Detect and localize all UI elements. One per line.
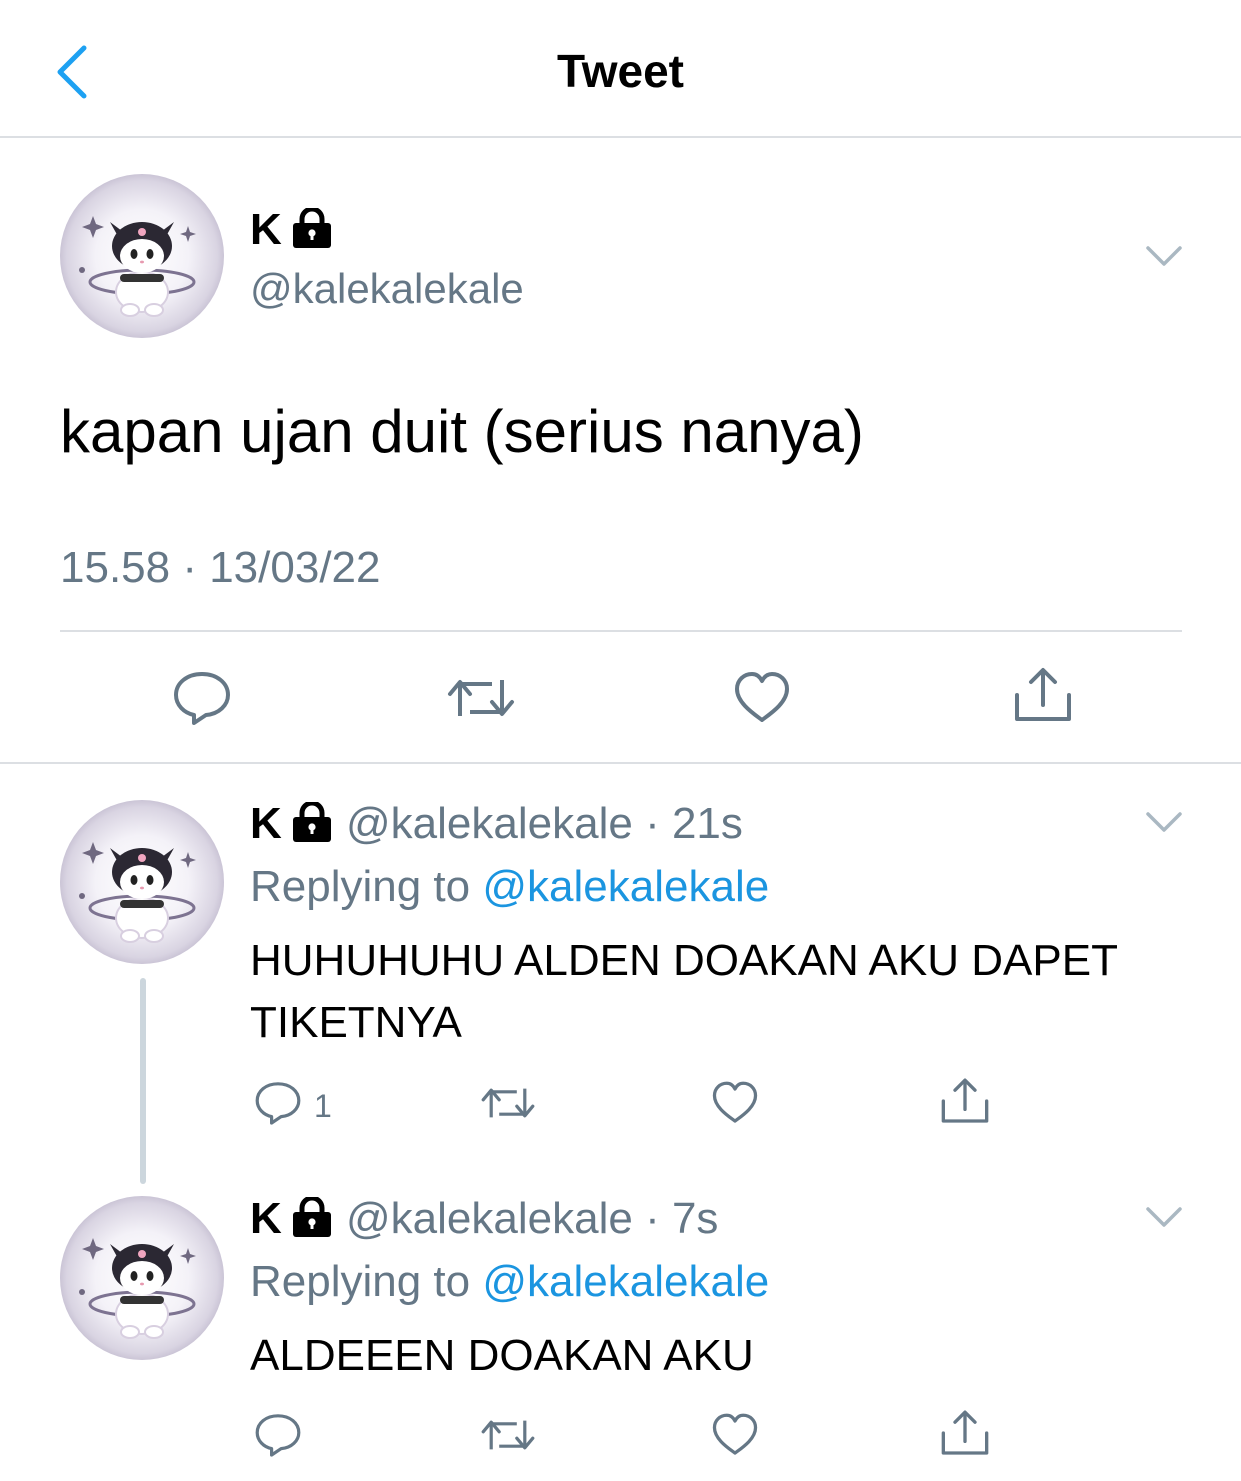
- author-name-text: K: [250, 205, 282, 254]
- avatar[interactable]: [60, 800, 224, 964]
- lock-icon: [290, 802, 334, 842]
- replying-label: Replying to: [250, 862, 471, 911]
- replying-to: Replying to @kalekalekale: [250, 862, 769, 912]
- replying-label: Replying to: [250, 1257, 471, 1306]
- lock-icon: [290, 208, 334, 248]
- retweet-button[interactable]: [480, 1080, 536, 1126]
- reply-button[interactable]: [254, 1080, 302, 1126]
- author-name[interactable]: K: [250, 799, 282, 848]
- reply-time: · 21s: [645, 799, 743, 848]
- reply-text: HUHUHUHU ALDEN DOAKAN AKU DAPET TIKETNYA: [250, 936, 1118, 1047]
- mention-link[interactable]: @kalekalekale: [482, 862, 769, 911]
- avatar[interactable]: [60, 1196, 224, 1360]
- replying-to: Replying to @kalekalekale: [250, 1257, 769, 1307]
- avatar[interactable]: [60, 174, 224, 338]
- author-name[interactable]: K: [250, 1194, 282, 1243]
- reply-header: K @kalekalekale · 21s: [250, 802, 743, 846]
- share-icon: [1013, 665, 1073, 725]
- share-icon: [940, 1076, 990, 1126]
- tweet-menu-chevron-icon[interactable]: [1144, 1205, 1184, 1235]
- kuromi-avatar-image: [60, 800, 224, 964]
- reply-header: K @kalekalekale · 7s: [250, 1197, 718, 1241]
- author-handle[interactable]: @kalekalekale: [346, 799, 633, 848]
- author-handle[interactable]: @kalekalekale: [250, 265, 524, 313]
- heart-icon: [710, 1412, 760, 1458]
- mention-link[interactable]: @kalekalekale: [482, 1257, 769, 1306]
- share-button[interactable]: [1013, 665, 1073, 725]
- retweet-icon: [446, 670, 516, 726]
- retweet-icon: [480, 1080, 536, 1126]
- reply-button[interactable]: [172, 670, 232, 726]
- chevron-down-icon: [1144, 810, 1184, 834]
- reply-text: ALDEEEN DOAKAN AKU: [250, 1331, 754, 1380]
- retweet-button[interactable]: [446, 670, 516, 726]
- kuromi-avatar-image: [60, 174, 224, 338]
- tweet-menu-chevron-icon[interactable]: [1144, 244, 1184, 274]
- divider: [0, 762, 1241, 764]
- reply-button[interactable]: [254, 1412, 302, 1458]
- share-icon: [940, 1408, 990, 1458]
- reply-icon: [254, 1412, 302, 1458]
- reply-icon: [254, 1080, 302, 1126]
- chevron-down-icon: [1144, 244, 1184, 268]
- reply-time: · 7s: [645, 1194, 719, 1243]
- heart-icon: [732, 670, 792, 726]
- chevron-down-icon: [1144, 1205, 1184, 1229]
- kuromi-avatar-image: [60, 1196, 224, 1360]
- like-button[interactable]: [732, 670, 792, 726]
- lock-icon: [290, 1197, 334, 1237]
- page-title: Tweet: [557, 45, 684, 97]
- heart-icon: [710, 1080, 760, 1126]
- tweet-timestamp[interactable]: 15.58 · 13/03/22: [60, 543, 380, 593]
- like-button[interactable]: [710, 1080, 760, 1126]
- tweet-menu-chevron-icon[interactable]: [1144, 810, 1184, 840]
- reply-count: 1: [314, 1088, 332, 1124]
- divider: [60, 630, 1182, 632]
- share-button[interactable]: [940, 1408, 990, 1458]
- author-handle[interactable]: @kalekalekale: [346, 1194, 633, 1243]
- like-button[interactable]: [710, 1412, 760, 1458]
- retweet-button[interactable]: [480, 1412, 536, 1458]
- reply-icon: [172, 670, 232, 726]
- retweet-icon: [480, 1412, 536, 1458]
- author-name[interactable]: K: [250, 208, 334, 252]
- share-button[interactable]: [940, 1076, 990, 1126]
- tweet-text: kapan ujan duit (serius nanya): [60, 398, 864, 465]
- thread-connector-line: [140, 978, 146, 1184]
